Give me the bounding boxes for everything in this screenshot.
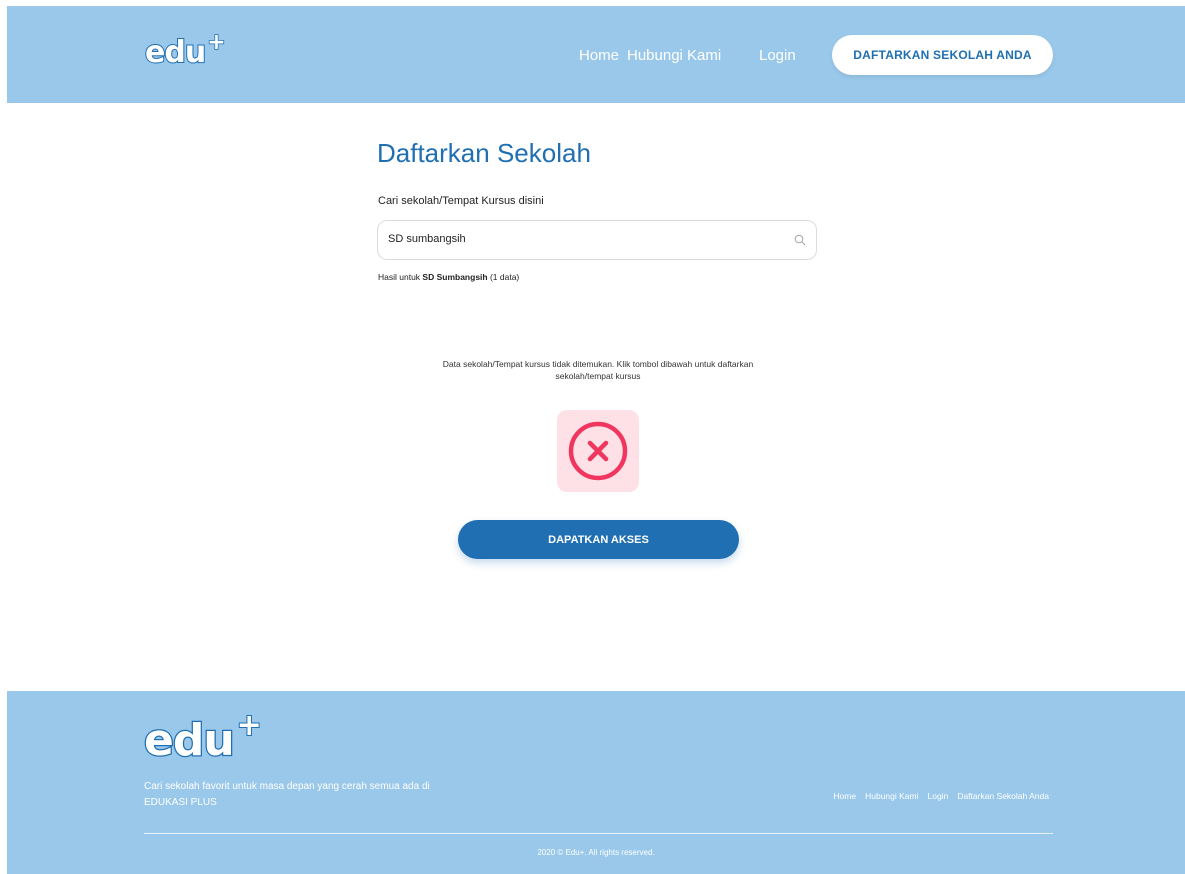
footer-link-daftarkan-sekolah[interactable]: Daftarkan Sekolah Anda bbox=[957, 791, 1049, 801]
header: edu + Home Hubungi Kami Login DAFTARKAN … bbox=[7, 6, 1185, 103]
page-title: Daftarkan Sekolah bbox=[377, 138, 591, 168]
register-school-button[interactable]: DAFTARKAN SEKOLAH ANDA bbox=[832, 35, 1053, 75]
result-prefix: Hasil untuk bbox=[378, 272, 423, 282]
nav-home[interactable]: Home bbox=[579, 47, 619, 64]
footer-link-login[interactable]: Login bbox=[928, 791, 949, 801]
x-circle-icon bbox=[568, 421, 628, 481]
logo-plus: + bbox=[206, 30, 226, 55]
copyright: 2020 © Edu+. All rights reserved. bbox=[537, 848, 655, 857]
footer: edu + Cari sekolah favorit untuk masa de… bbox=[7, 691, 1185, 874]
empty-state-message: Data sekolah/Tempat kursus tidak ditemuk… bbox=[442, 359, 754, 381]
search-icon[interactable] bbox=[794, 234, 806, 246]
footer-divider bbox=[144, 833, 1053, 834]
footer-logo-text: edu bbox=[143, 715, 236, 766]
logo-text: edu bbox=[144, 35, 207, 71]
search-label: Cari sekolah/Tempat Kursus disini bbox=[378, 195, 544, 207]
footer-logo-plus: + bbox=[236, 708, 263, 743]
search-input[interactable]: SD sumbangsih bbox=[377, 220, 817, 260]
get-access-button[interactable]: DAPATKAN AKSES bbox=[458, 520, 739, 559]
footer-nav: Home Hubungi Kami Login Daftarkan Sekola… bbox=[833, 791, 1049, 801]
search-result-summary: Hasil untuk SD Sumbangsih (1 data) bbox=[378, 272, 519, 282]
error-tile bbox=[557, 410, 639, 492]
search-value: SD sumbangsih bbox=[388, 233, 466, 245]
nav-login[interactable]: Login bbox=[759, 47, 796, 64]
header-logo[interactable]: edu + bbox=[144, 31, 226, 71]
result-count: (1 data) bbox=[487, 272, 520, 282]
footer-link-home[interactable]: Home bbox=[833, 791, 856, 801]
nav-hubungi-kami[interactable]: Hubungi Kami bbox=[627, 47, 721, 64]
footer-tagline: Cari sekolah favorit untuk masa depan ya… bbox=[144, 781, 430, 808]
result-query: SD Sumbangsih bbox=[422, 272, 488, 282]
footer-link-hubungi-kami[interactable]: Hubungi Kami bbox=[865, 791, 918, 801]
footer-logo[interactable]: edu + bbox=[143, 710, 263, 766]
